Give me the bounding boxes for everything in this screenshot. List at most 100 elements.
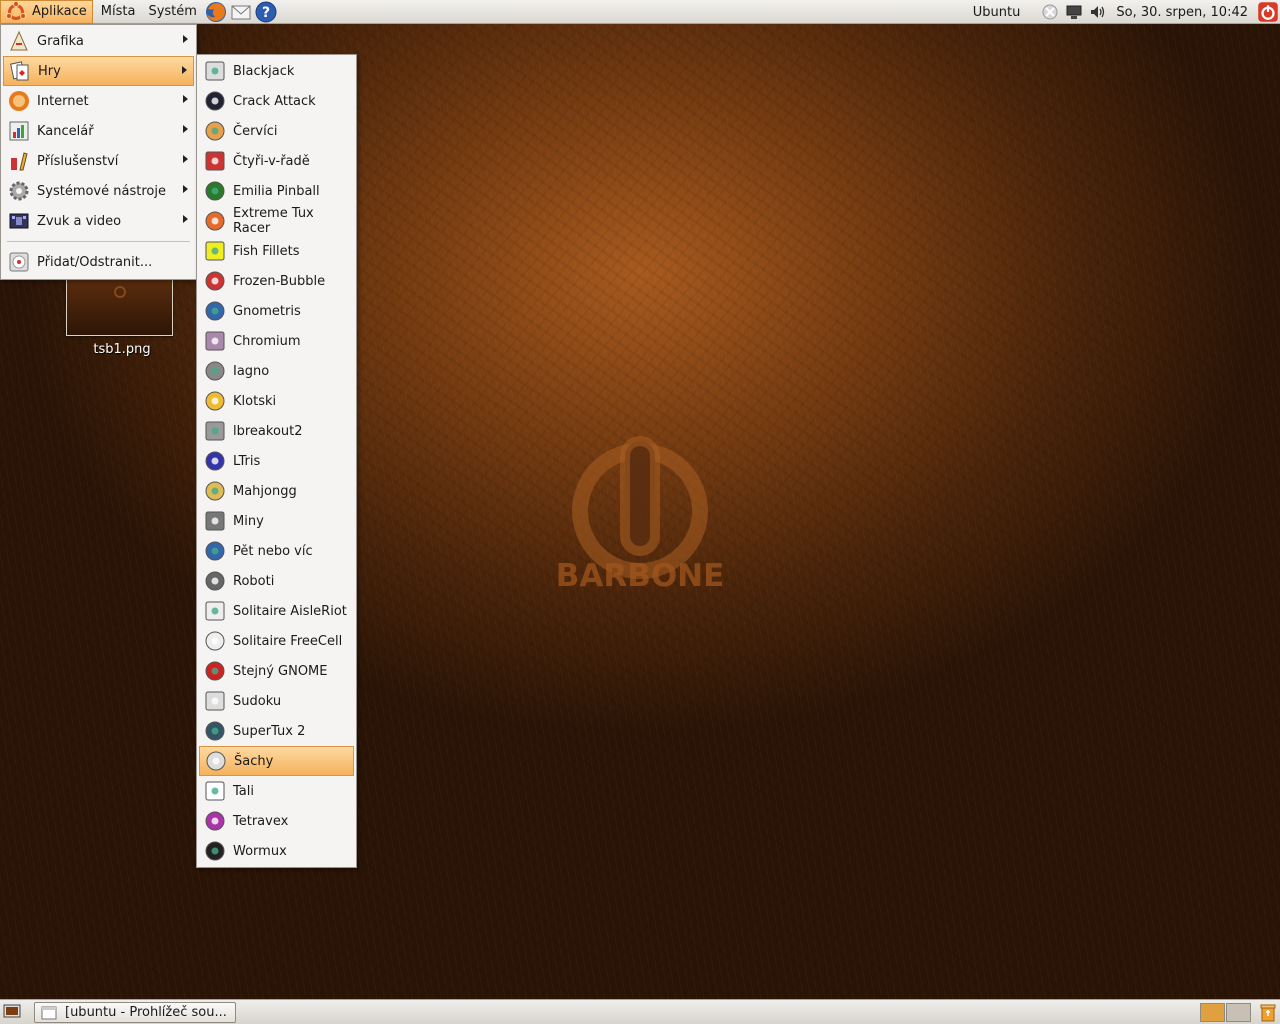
game-item-sudoku[interactable]: Sudoku [199,686,354,716]
game-item-iagno[interactable]: Iagno [199,356,354,386]
game-item-label: Gnometris [233,303,301,319]
game-item-gnometris[interactable]: Gnometris [199,296,354,326]
game-item-fish-fillets[interactable]: Fish Fillets [199,236,354,266]
game-item-same-gnome[interactable]: Stejný GNOME [199,656,354,686]
four-in-row-icon [205,151,225,171]
game-item-pinball[interactable]: Emilia Pinball [199,176,354,206]
same-gnome-icon [205,661,225,681]
mail-icon[interactable] [230,1,252,23]
chromium-skull-icon [205,331,225,351]
menu-item-label: Hry [38,63,61,79]
firefox-icon[interactable] [205,1,227,23]
workspace-1[interactable] [1200,1003,1225,1022]
display-icon[interactable] [1065,3,1083,21]
game-item-label: Chromium [233,333,301,349]
power-icon[interactable] [1257,1,1279,23]
game-item-wormux[interactable]: Wormux [199,836,354,866]
game-item-label: Wormux [233,843,287,859]
game-item-chromium-skull[interactable]: Chromium [199,326,354,356]
show-desktop-icon[interactable] [3,1004,21,1020]
game-item-klotski[interactable]: Klotski [199,386,354,416]
sound-video-icon [9,213,29,229]
iagno-icon [205,361,225,381]
workspace-2[interactable] [1226,1003,1251,1022]
game-item-four-in-row[interactable]: Čtyři-v-řadě [199,146,354,176]
game-item-mahjongg[interactable]: Mahjongg [199,476,354,506]
game-item-label: Crack Attack [233,93,316,109]
game-item-aisleriot[interactable]: Solitaire AisleRiot [199,596,354,626]
game-item-label: Solitaire AisleRiot [233,603,347,619]
lbreakout-icon [205,421,225,441]
menu-item-system-tools[interactable]: Systémové nástroje [3,176,194,206]
supertux-icon [205,721,225,741]
menu-item-sound-video[interactable]: Zvuk a video [3,206,194,236]
game-item-tali-dice[interactable]: Tali [199,776,354,806]
file-label[interactable]: tsb1.png [66,342,178,357]
game-item-label: Solitaire FreeCell [233,633,343,649]
game-item-label: Miny [233,513,264,529]
menu-item-games[interactable]: Hry [3,56,194,86]
taskbar-window-button[interactable]: [ubuntu - Prohlížeč sou... [34,1002,236,1023]
game-item-label: Stejný GNOME [233,663,328,679]
game-item-five-or-more[interactable]: Pět nebo víc [199,536,354,566]
game-item-freecell[interactable]: Solitaire FreeCell [199,626,354,656]
fish-fillets-icon [205,241,225,261]
game-item-mines[interactable]: Miny [199,506,354,536]
svg-text:?: ? [262,5,270,21]
game-item-label: Tali [233,783,254,799]
menu-item-internet[interactable]: Internet [3,86,194,116]
game-item-label: Fish Fillets [233,243,300,259]
help-icon[interactable]: ? [255,1,277,23]
crack-attack-icon [205,91,225,111]
menu-item-graphics[interactable]: Grafika [3,26,194,56]
ltris-icon [205,451,225,471]
chevron-right-icon [183,125,188,133]
menu-item-label: Příslušenství [37,153,119,169]
menu-item-add-remove[interactable]: Přidat/Odstranit... [3,247,194,277]
game-item-label: Červíci [233,123,278,139]
file-thumbnail-icon[interactable] [66,280,173,336]
chess-icon [206,751,226,771]
accessories-icon [11,152,28,171]
tux-racer-icon [205,211,225,231]
game-item-label: Mahjongg [233,483,297,499]
user-switcher[interactable]: Ubuntu [967,5,1027,20]
game-item-label: Blackjack [233,63,295,79]
applications-menu: Grafika Hry Internet Kancelář Příslušens… [0,24,197,280]
game-item-label: Klotski [233,393,277,409]
klotski-icon [205,391,225,411]
game-item-ltris[interactable]: LTris [199,446,354,476]
menu-item-label: Systémové nástroje [37,183,166,199]
menu-places[interactable]: Místa [93,0,141,24]
game-item-worms[interactable]: Červíci [199,116,354,146]
mines-icon [205,511,225,531]
game-item-blackjack[interactable]: Blackjack [199,56,354,86]
clock[interactable]: So, 30. srpen, 10:42 [1110,5,1254,20]
network-off-icon[interactable] [1041,3,1059,21]
game-item-lbreakout[interactable]: lbreakout2 [199,416,354,446]
game-item-label: Čtyři-v-řadě [233,153,310,169]
game-item-label: Roboti [233,573,275,589]
game-item-label: Emilia Pinball [233,183,320,199]
menu-item-office[interactable]: Kancelář [3,116,194,146]
game-item-frozen-bubble[interactable]: Frozen-Bubble [199,266,354,296]
game-item-label: Pět nebo víc [233,543,313,559]
menu-item-label: Přidat/Odstranit... [37,254,153,270]
menu-item-label: Zvuk a video [37,213,122,229]
menu-system[interactable]: Systém [140,0,201,24]
trash-icon[interactable] [1258,1002,1278,1022]
menu-applications[interactable]: Aplikace [0,0,93,24]
menu-item-label: Internet [37,93,89,109]
chevron-right-icon [183,185,188,193]
freecell-icon [205,631,225,651]
volume-icon[interactable] [1089,3,1107,21]
game-item-robots[interactable]: Roboti [199,566,354,596]
game-item-tux-racer[interactable]: Extreme Tux Racer [199,206,354,236]
game-item-label: LTris [233,453,261,469]
game-item-chess[interactable]: Šachy [199,746,354,776]
game-item-crack-attack[interactable]: Crack Attack [199,86,354,116]
aisleriot-icon [205,601,225,621]
game-item-tetravex[interactable]: Tetravex [199,806,354,836]
game-item-supertux[interactable]: SuperTux 2 [199,716,354,746]
menu-item-accessories[interactable]: Příslušenství [3,146,194,176]
